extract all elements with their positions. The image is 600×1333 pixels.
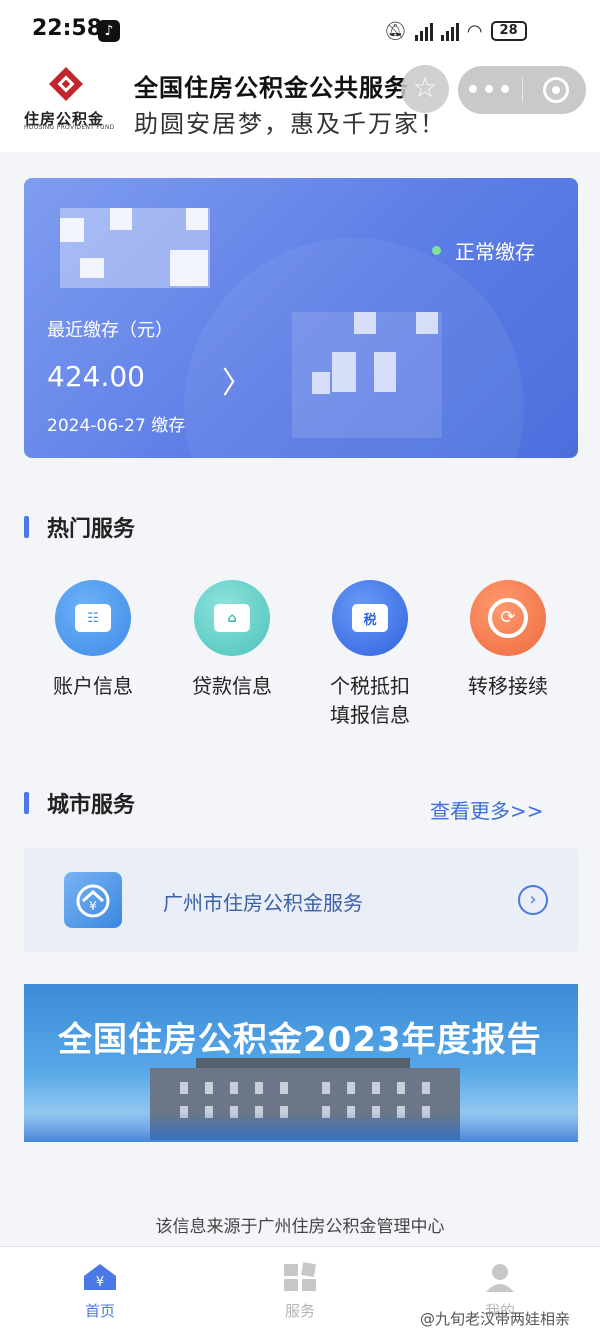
status-time: 22:58 [32,16,103,41]
city-services-title: 城市服务 [47,793,136,818]
service-loan-info[interactable]: ⌂ 贷款信息 [172,580,292,701]
slogan: 助圆安居梦，惠及千万家！ [134,110,446,138]
service-transfer[interactable]: ⟳ 转移接续 [448,580,568,701]
service-label-line2: 填报信息 [330,703,410,727]
tab-service[interactable]: 服务 [260,1262,340,1321]
tab-label: 服务 [284,1302,315,1320]
recent-deposit-label: 最近缴存（元） [47,320,173,341]
status-icons: 🔕︎ ◠ 28 [384,18,527,44]
id-card-icon: ☷ [55,580,131,656]
service-label: 账户信息 [53,674,133,698]
logo-english-text: HOUSING PROVIDENT FUND [24,124,115,131]
masked-account-name [60,208,210,288]
service-account-info[interactable]: ☷ 账户信息 [33,580,153,701]
tax-card-icon: 税 [332,580,408,656]
svg-text:¥: ¥ [96,1275,104,1290]
banner-wave [24,1112,578,1142]
housing-fund-logo-icon [49,67,83,101]
service-tax-deduction[interactable]: 税 个税抵扣 填报信息 [310,580,430,730]
masked-balance [292,312,442,438]
capsule-divider [522,78,523,102]
home-icon: ¥ [84,1264,116,1290]
recent-deposit-amount: 424.00 [47,360,145,393]
hot-services-title: 热门服务 [47,517,136,542]
service-label: 个税抵扣 填报信息 [310,672,430,730]
transfer-house-icon: ⟳ [470,580,546,656]
city-fund-icon: ¥ [64,872,122,928]
house-card-icon: ⌂ [194,580,270,656]
close-miniprogram-button[interactable] [543,77,569,103]
favorite-star-icon[interactable]: ☆ [401,65,449,113]
tab-home[interactable]: ¥ 首页 [60,1262,140,1321]
service-label-line1: 个税抵扣 [330,674,410,698]
miniprogram-capsule: ••• [458,66,586,114]
status-dot [432,246,441,255]
signal-icon [440,21,459,41]
tab-label: 首页 [84,1302,115,1320]
deposit-status: 正常缴存 [455,240,535,264]
view-more-link[interactable]: 查看更多>> [430,795,544,824]
recent-deposit-date: 2024-06-27 缴存 [47,416,186,436]
grid-icon [284,1262,317,1291]
section-marker [24,792,29,814]
signal-icon [414,21,433,41]
chevron-right-icon[interactable]: 〉 [222,358,252,402]
service-label: 转移接续 [468,674,548,698]
service-label: 贷款信息 [192,674,272,698]
tiktok-icon: ♪ [98,20,120,42]
banner-title: 全国住房公积金2023年度报告 [58,1020,542,1060]
mute-icon: 🔕︎ [384,20,407,42]
wifi-icon: ◠ [466,20,483,42]
section-marker [24,516,29,538]
more-menu-button[interactable]: ••• [458,78,522,103]
city-service-label: 广州市住房公积金服务 [163,891,363,915]
data-source-note: 该信息来源于广州住房公积金管理中心 [155,1217,445,1237]
svg-text:¥: ¥ [89,899,97,913]
chevron-right-circle-icon[interactable]: › [518,885,548,915]
watermark: @九旬老汉带两娃相亲 [420,1310,571,1328]
battery-icon: 28 [490,21,527,41]
page-title: 全国住房公积金公共服务 [134,74,409,102]
user-icon [486,1264,514,1292]
